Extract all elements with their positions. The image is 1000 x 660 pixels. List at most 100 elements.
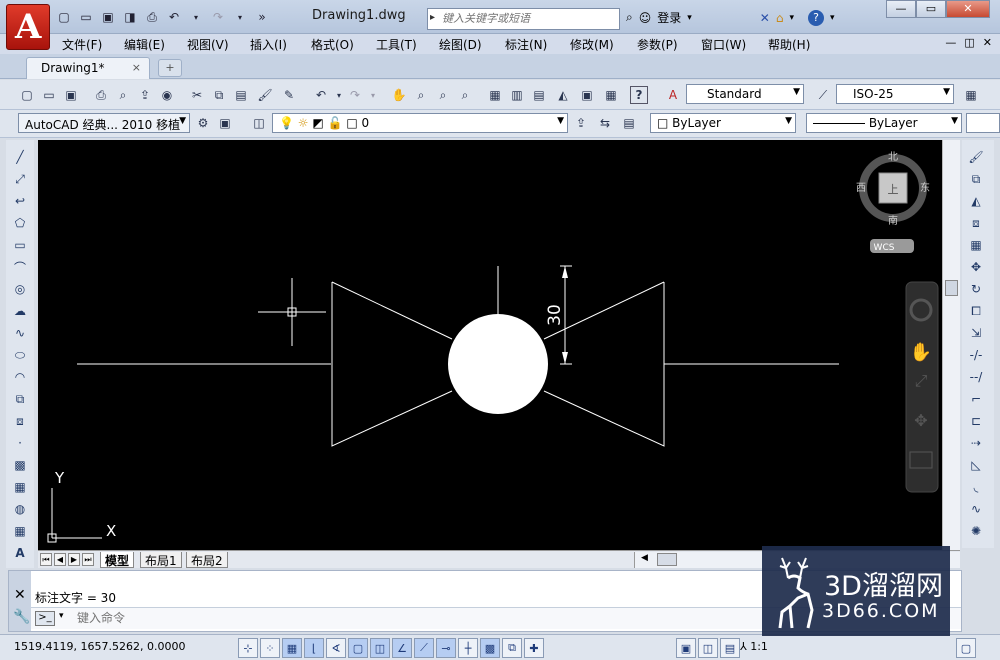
- properties-icon[interactable]: ▦: [486, 86, 504, 104]
- tool-palettes-icon[interactable]: ▤: [530, 86, 548, 104]
- menu-format[interactable]: 格式(O): [311, 36, 354, 53]
- block-editor-icon[interactable]: ✎: [280, 86, 298, 104]
- first-layout-icon[interactable]: ⏮: [40, 553, 52, 566]
- last-layout-icon[interactable]: ⏭: [82, 553, 94, 566]
- move-icon[interactable]: ✥: [967, 258, 985, 276]
- save-file-icon[interactable]: ▣: [62, 86, 80, 104]
- copy-object-icon[interactable]: ⧉: [967, 170, 985, 188]
- dynamic-ucs-icon[interactable]: ⟋: [414, 638, 434, 658]
- menu-view[interactable]: 视图(V): [187, 36, 229, 53]
- print-icon[interactable]: ⎙: [143, 8, 161, 26]
- toolbar-redo-icon[interactable]: ↷: [346, 86, 364, 104]
- login-dropdown-icon[interactable]: ▾: [687, 13, 692, 23]
- snap-mode-icon[interactable]: ⁘: [260, 638, 280, 658]
- tab-close-icon[interactable]: ×: [132, 61, 141, 74]
- calculator-icon[interactable]: ▦: [602, 86, 620, 104]
- table-icon[interactable]: ▦: [11, 522, 29, 540]
- fillet-icon[interactable]: ◟: [967, 478, 985, 496]
- construction-line-icon[interactable]: ⤢: [11, 170, 29, 188]
- object-snap-icon[interactable]: ▢: [348, 638, 368, 658]
- layer-select[interactable]: 💡 ☼ ◩ 🔓 □ 0 ▼: [272, 113, 568, 133]
- object-snap-tracking-icon[interactable]: ∠: [392, 638, 412, 658]
- prev-layout-icon[interactable]: ◀: [54, 553, 66, 566]
- menu-draw[interactable]: 绘图(D): [439, 36, 482, 53]
- infer-constraints-icon[interactable]: ⊹: [238, 638, 258, 658]
- new-tab-button[interactable]: +: [158, 59, 182, 77]
- menu-help[interactable]: 帮助(H): [768, 36, 810, 53]
- annotation-scale[interactable]: ⅄ 1:1: [740, 640, 768, 653]
- plot-icon[interactable]: ⎙: [92, 86, 110, 104]
- command-input[interactable]: [77, 611, 577, 625]
- user-icon[interactable]: ☺: [639, 11, 652, 25]
- chamfer-icon[interactable]: ◺: [967, 456, 985, 474]
- vertical-scrollbar[interactable]: [942, 140, 960, 550]
- stretch-icon[interactable]: ⇲: [967, 324, 985, 342]
- polygon-icon[interactable]: ⬠: [11, 214, 29, 232]
- compass-west[interactable]: 西: [856, 183, 866, 194]
- quick-view-layouts-icon[interactable]: ◫: [698, 638, 718, 658]
- rectangle-icon[interactable]: ▭: [11, 236, 29, 254]
- paste-icon[interactable]: ▤: [232, 86, 250, 104]
- command-prompt-icon[interactable]: >_: [35, 611, 55, 626]
- zoom-window-icon[interactable]: ⌕: [434, 86, 452, 104]
- insert-block-icon[interactable]: ⧉: [11, 390, 29, 408]
- binoculars-icon[interactable]: ⌕: [626, 10, 633, 25]
- toolbar-undo-icon[interactable]: ↶: [312, 86, 330, 104]
- vertical-scroll-thumb[interactable]: [945, 280, 958, 296]
- table-style-icon[interactable]: ▦: [962, 86, 980, 104]
- selection-cycling-icon[interactable]: ✚: [524, 638, 544, 658]
- linetype-select[interactable]: ByLayer ▼: [806, 113, 962, 133]
- quick-view-drawings-icon[interactable]: ▤: [720, 638, 740, 658]
- workspace-select[interactable]: AutoCAD 经典... 2010 移植 ▼: [18, 113, 190, 133]
- 3d-object-snap-icon[interactable]: ◫: [370, 638, 390, 658]
- arc-icon[interactable]: ⌒: [11, 258, 29, 276]
- tab-layout2[interactable]: 布局2: [186, 552, 228, 568]
- toolbar-redo-dropdown-icon[interactable]: ▾: [364, 86, 382, 104]
- open-icon[interactable]: ▭: [77, 8, 95, 26]
- redo-dropdown-icon[interactable]: ▾: [231, 8, 249, 26]
- workspace-settings-icon[interactable]: ⚙: [194, 114, 212, 132]
- publish-icon[interactable]: ⇪: [136, 86, 154, 104]
- erase-icon[interactable]: 🖌: [967, 148, 985, 166]
- tab-layout1[interactable]: 布局1: [140, 552, 182, 568]
- help-dropdown-icon[interactable]: ▾: [830, 13, 835, 23]
- doc-minimize-button[interactable]: —: [945, 36, 956, 49]
- undo-dropdown-icon[interactable]: ▾: [187, 8, 205, 26]
- mirror-icon[interactable]: ◭: [967, 192, 985, 210]
- point-icon[interactable]: ·: [11, 434, 29, 452]
- join-icon[interactable]: ⇢: [967, 434, 985, 452]
- search-box[interactable]: ▸: [427, 8, 620, 30]
- new-icon[interactable]: ▢: [55, 8, 73, 26]
- rotate-icon[interactable]: ↻: [967, 280, 985, 298]
- share-dropdown-icon[interactable]: ▾: [789, 13, 794, 23]
- make-current-icon[interactable]: ⇪: [572, 114, 590, 132]
- sheet-set-icon[interactable]: ◭: [554, 86, 572, 104]
- maximize-button[interactable]: ▭: [916, 0, 946, 18]
- multiline-text-icon[interactable]: A: [11, 544, 29, 562]
- model-space-icon[interactable]: ▣: [676, 638, 696, 658]
- minimize-button[interactable]: —: [886, 0, 916, 18]
- ellipse-arc-icon[interactable]: ◠: [11, 368, 29, 386]
- match-properties-icon[interactable]: 🖌: [256, 86, 274, 104]
- text-style-select[interactable]: Standard ▼: [686, 84, 804, 104]
- search-expand-icon[interactable]: ▸: [430, 12, 435, 23]
- recent-commands-icon[interactable]: ▾: [59, 611, 64, 621]
- ortho-mode-icon[interactable]: ⌊: [304, 638, 324, 658]
- pan-icon[interactable]: ✋: [390, 86, 408, 104]
- close-button[interactable]: ✕: [946, 0, 990, 18]
- redo-icon[interactable]: ↷: [209, 8, 227, 26]
- revision-cloud-icon[interactable]: ☁: [11, 302, 29, 320]
- dynamic-input-icon[interactable]: ⊸: [436, 638, 456, 658]
- quick-properties-icon[interactable]: ⧉: [502, 638, 522, 658]
- zoom-previous-icon[interactable]: ⌕: [456, 86, 474, 104]
- qnew-icon[interactable]: ▢: [18, 86, 36, 104]
- menu-modify[interactable]: 修改(M): [570, 36, 614, 53]
- menu-edit[interactable]: 编辑(E): [124, 36, 165, 53]
- doc-close-button[interactable]: ✕: [983, 36, 992, 49]
- scroll-left-icon[interactable]: ◀: [641, 553, 648, 563]
- viewcube[interactable]: 上 北 南 东 西 WCS: [856, 151, 930, 253]
- blend-curves-icon[interactable]: ∿: [967, 500, 985, 518]
- 3d-dwf-icon[interactable]: ◉: [158, 86, 176, 104]
- grid-display-icon[interactable]: ▦: [282, 638, 302, 658]
- offset-icon[interactable]: ⧈: [967, 214, 985, 232]
